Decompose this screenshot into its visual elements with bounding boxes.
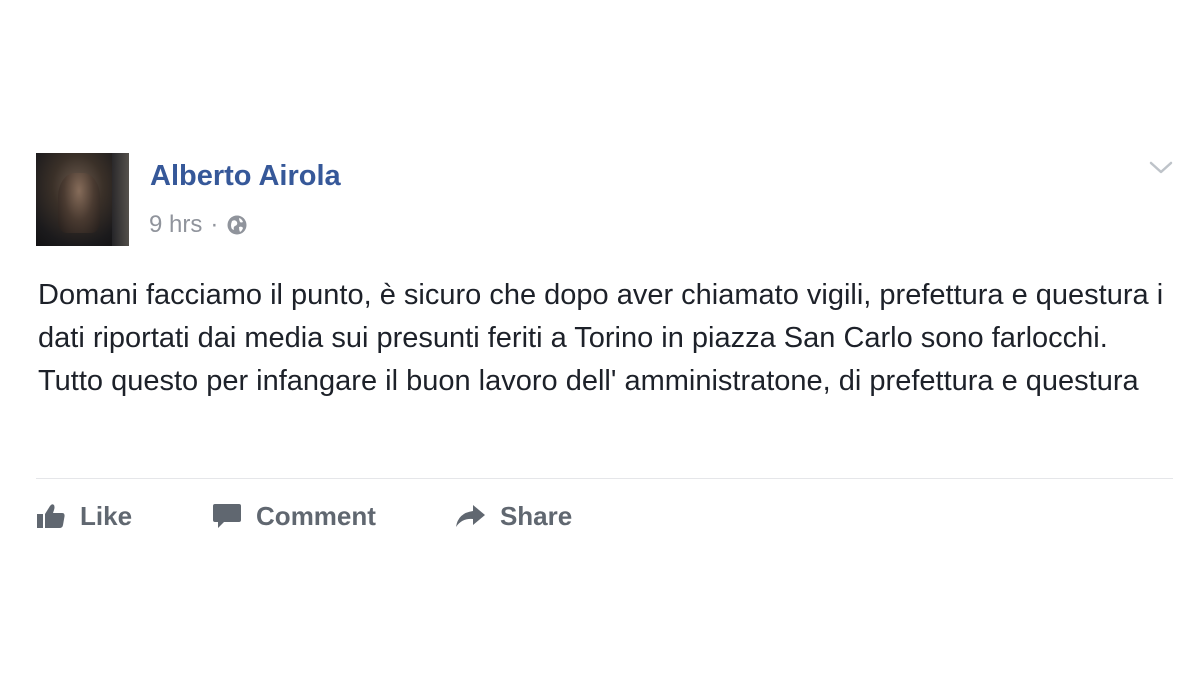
avatar-background-light <box>112 153 129 246</box>
avatar-figure <box>58 173 100 233</box>
post-meta: 9 hrs · <box>149 208 248 242</box>
meta-separator: · <box>210 211 219 238</box>
comment-button[interactable]: Comment <box>212 501 376 532</box>
like-button[interactable]: Like <box>36 501 132 532</box>
post-timestamp[interactable]: 9 hrs <box>149 211 202 239</box>
comment-bubble-icon <box>213 504 242 528</box>
like-label: Like <box>80 500 133 531</box>
facebook-post: Alberto Airola 9 hrs · Domani facciamo i… <box>0 0 1200 675</box>
post-body-text: Domani facciamo il punto, è sicuro che d… <box>38 279 1164 397</box>
author-name-link[interactable]: Alberto Airola <box>150 160 341 193</box>
share-arrow-icon <box>455 505 485 527</box>
globe-icon[interactable] <box>226 214 248 236</box>
thumbs-up-icon <box>37 504 65 528</box>
actions-divider <box>36 478 1173 479</box>
share-label: Share <box>499 500 573 531</box>
share-button[interactable]: Share <box>454 501 572 532</box>
chevron-down-icon[interactable] <box>1148 158 1174 178</box>
author-avatar[interactable] <box>36 153 129 246</box>
comment-label: Comment <box>256 500 376 531</box>
post-actions-bar: Like Comment Share <box>36 494 572 538</box>
